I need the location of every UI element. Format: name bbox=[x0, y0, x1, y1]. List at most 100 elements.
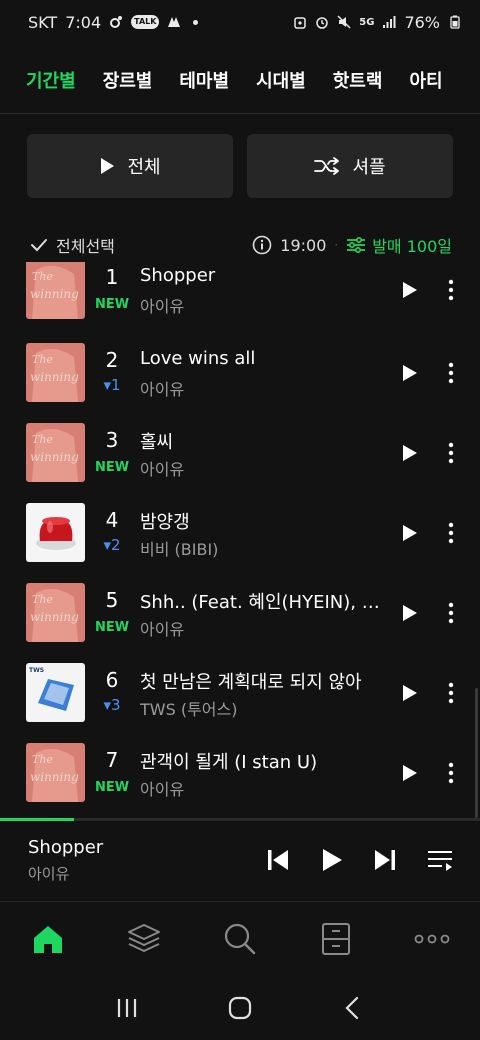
svg-text:winning: winning bbox=[30, 287, 79, 301]
more-options-icon[interactable] bbox=[440, 361, 462, 385]
talk-notification-icon: TALK bbox=[131, 15, 160, 29]
tab-era[interactable]: 시대별 bbox=[256, 62, 306, 102]
chart-song-list: The winning 1 NEW Shopper 아이유 The winning … bbox=[0, 262, 480, 818]
album-cover[interactable] bbox=[26, 503, 85, 562]
nav-more[interactable] bbox=[384, 902, 480, 976]
song-artist[interactable]: 아이유 bbox=[140, 376, 380, 400]
dot-notification-icon bbox=[193, 19, 199, 25]
play-icon[interactable] bbox=[398, 278, 422, 302]
album-cover[interactable]: The winning bbox=[26, 343, 85, 402]
rank-change: ▾2 bbox=[103, 536, 121, 554]
song-title[interactable]: 첫 만남은 계획대로 되지 않아 bbox=[140, 668, 380, 694]
tab-theme[interactable]: 테마별 bbox=[179, 62, 229, 102]
song-artist[interactable]: TWS (투어스) bbox=[140, 696, 380, 720]
song-title[interactable]: 홀씨 bbox=[140, 428, 380, 454]
play-icon bbox=[101, 158, 115, 174]
svg-text:winning: winning bbox=[30, 770, 79, 784]
play-all-button[interactable]: 전체 bbox=[27, 134, 233, 198]
network-type: 5G bbox=[359, 16, 375, 28]
more-options-icon[interactable] bbox=[440, 521, 462, 545]
nav-storage[interactable] bbox=[288, 902, 384, 976]
more-options-icon[interactable] bbox=[440, 278, 462, 302]
song-title[interactable]: Shopper bbox=[140, 265, 380, 286]
now-playing-title: Shopper bbox=[28, 837, 104, 858]
play-icon[interactable] bbox=[398, 681, 422, 705]
svg-text:winning: winning bbox=[30, 370, 79, 384]
play-icon[interactable] bbox=[317, 845, 347, 875]
song-title[interactable]: Shh.. (Feat. 혜인(HYEIN), 조원선 of 롤러코스터) bbox=[140, 588, 380, 614]
next-icon[interactable] bbox=[370, 845, 400, 875]
music-notification-icon bbox=[110, 16, 123, 28]
more-options-icon[interactable] bbox=[440, 441, 462, 465]
song-title[interactable]: 밤양갱 bbox=[140, 508, 380, 534]
play-icon[interactable] bbox=[398, 521, 422, 545]
song-row[interactable]: The winning 2 ▾1 Love wins all 아이유 bbox=[0, 340, 480, 420]
mini-player[interactable]: Shopper 아이유 bbox=[0, 821, 480, 901]
song-row[interactable]: The winning 3 NEW 홀씨 아이유 bbox=[0, 420, 480, 500]
song-title[interactable]: Love wins all bbox=[140, 348, 380, 369]
song-artist[interactable]: 아이유 bbox=[140, 616, 380, 640]
more-options-icon[interactable] bbox=[440, 761, 462, 785]
song-row[interactable]: The winning 5 NEW Shh.. (Feat. 혜인(HYEIN),… bbox=[0, 580, 480, 660]
svg-text:TWS: TWS bbox=[29, 667, 44, 674]
song-rank: 6 bbox=[105, 668, 119, 692]
tab-artist[interactable]: 아티 bbox=[409, 62, 442, 102]
nav-search[interactable] bbox=[192, 902, 288, 976]
song-artist[interactable]: 아이유 bbox=[140, 776, 380, 800]
song-artist[interactable]: 비비 (BIBI) bbox=[140, 536, 380, 560]
song-row[interactable]: 4 ▾2 밤양갱 비비 (BIBI) bbox=[0, 500, 480, 580]
album-cover[interactable]: The winning bbox=[26, 583, 85, 642]
signal-icon bbox=[383, 16, 396, 28]
tab-genre[interactable]: 장르별 bbox=[103, 62, 153, 102]
album-cover[interactable]: The winning bbox=[26, 743, 85, 802]
play-icon[interactable] bbox=[398, 441, 422, 465]
alarm-icon bbox=[316, 17, 329, 29]
svg-text:The: The bbox=[32, 593, 53, 606]
nav-library[interactable] bbox=[96, 902, 192, 976]
shuffle-button[interactable]: 셔플 bbox=[247, 134, 453, 198]
album-cover[interactable]: The winning bbox=[26, 262, 85, 319]
song-artist[interactable]: 아이유 bbox=[140, 456, 380, 480]
svg-text:The: The bbox=[32, 353, 53, 366]
back-button[interactable] bbox=[333, 988, 373, 1028]
play-icon[interactable] bbox=[398, 361, 422, 385]
more-options-icon[interactable] bbox=[440, 601, 462, 625]
recent-apps-button[interactable] bbox=[107, 988, 147, 1028]
svg-text:winning: winning bbox=[30, 610, 79, 624]
album-cover[interactable]: The winning bbox=[26, 423, 85, 482]
tab-period[interactable]: 기간별 bbox=[26, 62, 76, 102]
album-cover[interactable]: TWS bbox=[26, 663, 85, 722]
lock-icon bbox=[294, 17, 307, 29]
tab-divider bbox=[0, 113, 480, 114]
scrollbar[interactable] bbox=[475, 688, 478, 818]
svg-text:The: The bbox=[32, 270, 53, 283]
play-icon[interactable] bbox=[398, 761, 422, 785]
home-icon bbox=[34, 926, 62, 953]
song-row[interactable]: The winning 7 NEW 관객이 될게 (I stan U) 아이유 bbox=[0, 740, 480, 818]
bottom-navigation bbox=[0, 902, 480, 976]
select-all-button[interactable]: 전체선택 bbox=[30, 233, 115, 257]
song-row[interactable]: The winning 1 NEW Shopper 아이유 bbox=[0, 262, 480, 340]
home-button[interactable] bbox=[220, 988, 260, 1028]
song-artist[interactable]: 아이유 bbox=[140, 293, 380, 317]
svg-text:The: The bbox=[32, 753, 53, 766]
status-bar: SKT 7:04 TALK 5G 76% bbox=[0, 0, 480, 44]
song-title[interactable]: 관객이 될게 (I stan U) bbox=[140, 748, 380, 774]
rank-change: ▾3 bbox=[103, 696, 121, 714]
select-all-label: 전체선택 bbox=[56, 237, 115, 256]
previous-icon[interactable] bbox=[263, 845, 293, 875]
period-filter-button[interactable]: 발매 100일 bbox=[346, 233, 452, 257]
search-icon bbox=[224, 923, 256, 955]
more-options-icon[interactable] bbox=[440, 681, 462, 705]
tab-hot-track[interactable]: 핫트랙 bbox=[333, 62, 383, 102]
rank-change: NEW bbox=[94, 297, 130, 312]
svg-text:winning: winning bbox=[30, 450, 79, 464]
song-row[interactable]: TWS 6 ▾3 첫 만남은 계획대로 되지 않아 TWS (투어스) bbox=[0, 660, 480, 740]
info-icon[interactable] bbox=[252, 235, 272, 255]
battery-icon bbox=[450, 15, 460, 29]
playlist-icon[interactable] bbox=[425, 845, 455, 875]
chart-category-tabs: 기간별 장르별 테마별 시대별 핫트랙 아티 bbox=[0, 62, 480, 102]
play-icon[interactable] bbox=[398, 601, 422, 625]
nav-home[interactable] bbox=[0, 902, 96, 976]
song-rank: 4 bbox=[105, 508, 119, 532]
